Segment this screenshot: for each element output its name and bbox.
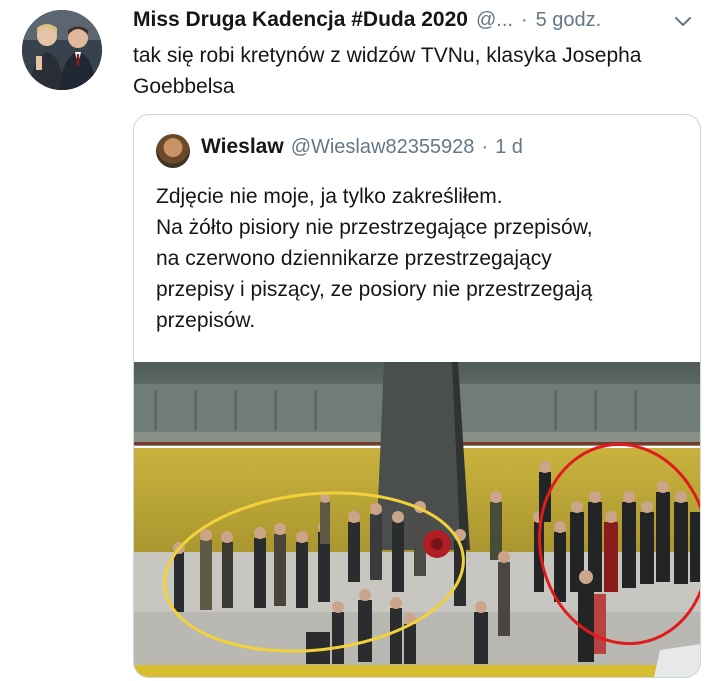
tweet-header: Miss Druga Kadencja #Duda 2020 @... · 5 … <box>133 8 690 34</box>
separator-dot: · <box>520 9 528 31</box>
quoted-text-line: przepisów. <box>156 309 256 332</box>
quoted-text-line: Na żółto pisiory nie przestrzegające prz… <box>156 216 593 239</box>
quoted-tweet-text: Zdjęcie nie moje, ja tylko zakreśliłem. … <box>156 181 686 336</box>
separator-dot: · <box>481 136 489 158</box>
chevron-down-icon[interactable] <box>674 12 692 30</box>
quoted-text-line: Zdjęcie nie moje, ja tylko zakreśliłem. <box>156 185 503 208</box>
author-name[interactable]: Miss Druga Kadencja #Duda 2020 <box>133 8 468 32</box>
quoted-author-name[interactable]: Wieslaw <box>201 135 284 159</box>
quoted-tweet[interactable]: Wieslaw @Wieslaw82355928 · 1 d Zdjęcie n… <box>133 114 701 678</box>
quoted-text-line: na czerwono dziennikarze przestrzegający <box>156 247 552 270</box>
avatar[interactable] <box>156 134 190 168</box>
author-handle[interactable]: @... <box>476 9 513 32</box>
quoted-tweet-header: Wieslaw @Wieslaw82355928 · 1 d <box>201 135 523 159</box>
quoted-author-handle[interactable]: @Wieslaw82355928 <box>291 136 475 159</box>
quoted-tweet-photo[interactable] <box>134 362 700 677</box>
quoted-tweet-time[interactable]: 1 d <box>495 136 523 159</box>
tweet-time[interactable]: 5 godz. <box>536 9 602 32</box>
avatar[interactable] <box>22 10 102 90</box>
avatar-image <box>22 10 102 90</box>
quoted-text-line: przepisy i piszący, ze posiory nie przes… <box>156 278 593 301</box>
tweet-text: tak się robi kretynów z widzów TVNu, kla… <box>133 44 642 98</box>
